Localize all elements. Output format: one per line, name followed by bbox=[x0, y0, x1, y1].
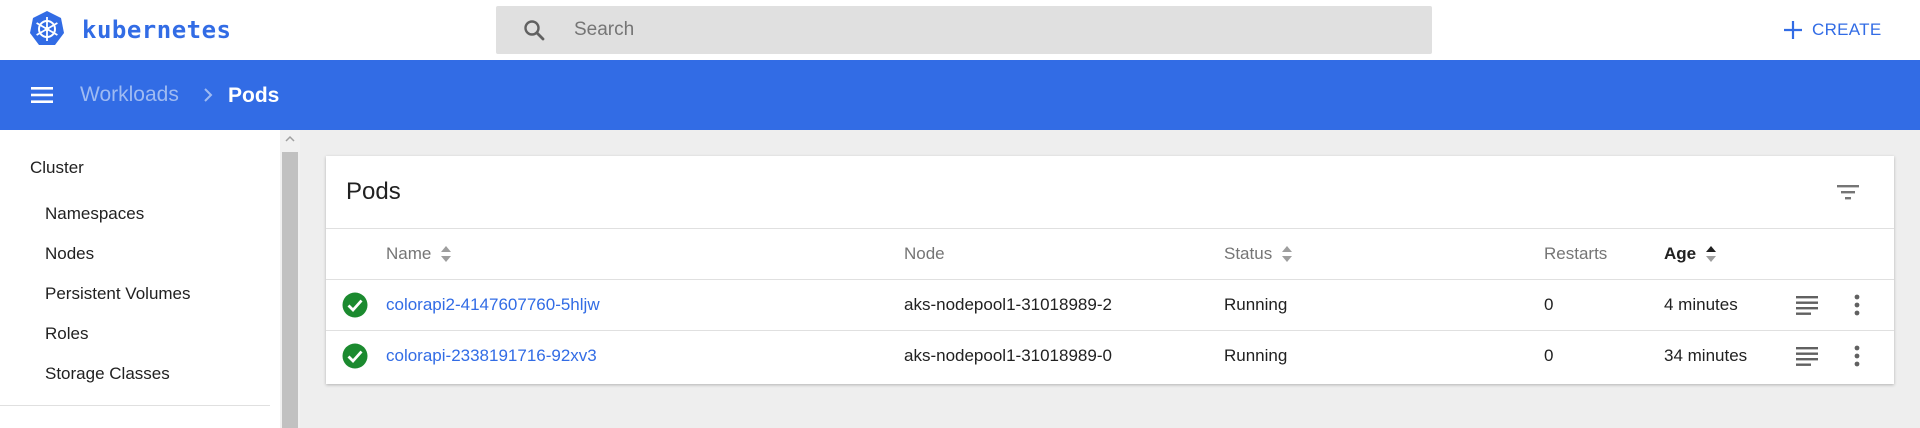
sidebar-item-roles[interactable]: Roles bbox=[45, 324, 88, 344]
brand-name[interactable]: kubernetes bbox=[82, 16, 232, 44]
check-circle-icon bbox=[342, 343, 368, 369]
sidebar-item-nodes[interactable]: Nodes bbox=[45, 244, 94, 264]
pod-node: aks-nodepool1-31018989-0 bbox=[904, 346, 1112, 365]
pods-card: Pods Name Node Status Restarts Age color… bbox=[326, 156, 1894, 384]
pod-status: Running bbox=[1224, 295, 1288, 314]
scroll-up-arrow-icon[interactable] bbox=[280, 132, 300, 146]
header-divider bbox=[326, 228, 1894, 229]
sidebar-item-persistent-volumes[interactable]: Persistent Volumes bbox=[45, 284, 191, 304]
breadcrumb-workloads[interactable]: Workloads bbox=[80, 83, 179, 107]
sidebar-item-namespaces[interactable]: Namespaces bbox=[45, 204, 144, 224]
column-header-age-label: Age bbox=[1664, 244, 1697, 263]
top-bar: kubernetes CREATE bbox=[0, 0, 1920, 60]
row-divider bbox=[326, 330, 1894, 331]
breadcrumb-current: Pods bbox=[228, 84, 280, 107]
sidebar-scrollbar[interactable] bbox=[280, 130, 300, 428]
main-content: Pods Name Node Status Restarts Age color… bbox=[300, 130, 1920, 428]
filter-icon[interactable] bbox=[1834, 178, 1862, 206]
sort-icon bbox=[1282, 246, 1293, 262]
column-header-node: Node bbox=[904, 244, 945, 264]
sidebar-section-cluster[interactable]: Cluster bbox=[30, 158, 84, 178]
column-header-node-label: Node bbox=[904, 244, 945, 263]
scrollbar-thumb[interactable] bbox=[282, 152, 298, 428]
search-input[interactable] bbox=[574, 6, 1394, 54]
column-header-restarts: Restarts bbox=[1544, 244, 1607, 264]
pod-node: aks-nodepool1-31018989-2 bbox=[904, 295, 1112, 314]
column-header-status-label: Status bbox=[1224, 244, 1273, 263]
pod-age: 4 minutes bbox=[1664, 295, 1738, 314]
pod-age: 34 minutes bbox=[1664, 346, 1748, 365]
sort-ascending-icon bbox=[1706, 246, 1717, 262]
pod-status: Running bbox=[1224, 346, 1288, 365]
column-header-name[interactable]: Name bbox=[386, 244, 453, 264]
kubernetes-logo-icon[interactable] bbox=[28, 10, 66, 48]
more-vert-icon[interactable] bbox=[1844, 292, 1870, 318]
chevron-right-icon bbox=[204, 88, 213, 102]
pod-restarts: 0 bbox=[1544, 295, 1554, 314]
create-label: CREATE bbox=[1812, 20, 1882, 39]
check-circle-icon bbox=[342, 292, 368, 318]
logs-icon[interactable] bbox=[1794, 343, 1820, 369]
sidebar: Cluster Namespaces Nodes Persistent Volu… bbox=[0, 130, 280, 428]
card-title: Pods bbox=[346, 178, 401, 205]
plus-icon bbox=[1784, 21, 1802, 39]
pod-name-link[interactable]: colorapi2-4147607760-5hljw bbox=[386, 295, 600, 315]
breadcrumb-bar: Workloads Pods bbox=[0, 60, 1920, 130]
sidebar-divider bbox=[0, 405, 270, 406]
column-header-name-label: Name bbox=[386, 244, 432, 263]
column-header-restarts-label: Restarts bbox=[1544, 244, 1608, 263]
logs-icon[interactable] bbox=[1794, 292, 1820, 318]
column-header-status[interactable]: Status bbox=[1224, 244, 1294, 264]
sort-icon bbox=[441, 246, 452, 262]
create-button[interactable]: CREATE bbox=[1782, 14, 1882, 46]
more-vert-icon[interactable] bbox=[1844, 343, 1870, 369]
column-header-age[interactable]: Age bbox=[1664, 244, 1718, 264]
menu-icon[interactable] bbox=[30, 83, 54, 107]
search-bar bbox=[496, 6, 1432, 54]
search-icon bbox=[524, 20, 545, 41]
row-divider bbox=[326, 279, 1894, 280]
pod-restarts: 0 bbox=[1544, 346, 1554, 365]
sidebar-item-storage-classes[interactable]: Storage Classes bbox=[45, 364, 170, 384]
pod-name-link[interactable]: colorapi-2338191716-92xv3 bbox=[386, 346, 597, 366]
